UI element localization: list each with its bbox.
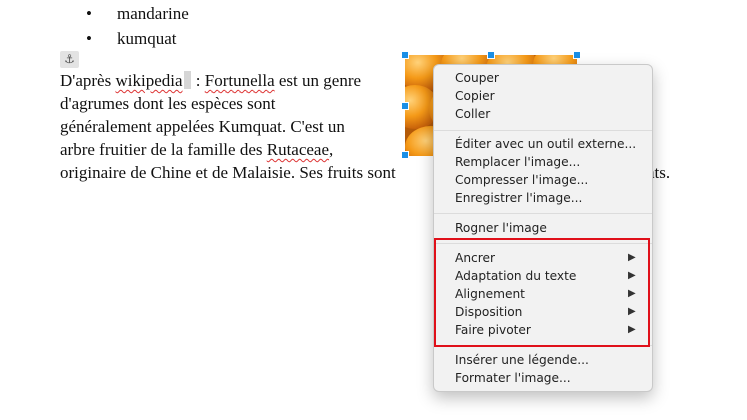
resize-handle[interactable] xyxy=(401,102,409,110)
text-run: : xyxy=(191,71,205,90)
text-run: arbre fruitier de la famille des xyxy=(60,140,267,159)
menu-item-replace-image[interactable]: Remplacer l'image... xyxy=(434,153,652,171)
text-run: D'après xyxy=(60,71,116,90)
paragraph-line[interactable]: généralement appelées Kumquat. C'est un xyxy=(60,116,345,138)
menu-item-crop-image[interactable]: Rogner l'image xyxy=(434,219,652,237)
resize-handle[interactable] xyxy=(401,51,409,59)
menu-item-save-image[interactable]: Enregistrer l'image... xyxy=(434,189,652,207)
paragraph-line[interactable]: arbre fruitier de la famille des Rutacea… xyxy=(60,139,333,161)
menu-item-compress-image[interactable]: Compresser l'image... xyxy=(434,171,652,189)
bullet-icon: • xyxy=(86,29,92,48)
menu-item-edit-external[interactable]: Éditer avec un outil externe... xyxy=(434,135,652,153)
list-item-text[interactable]: mandarine xyxy=(117,4,189,24)
misspelled-word[interactable]: wikipedia xyxy=(115,71,182,90)
menu-item-label: Rogner l'image xyxy=(455,221,547,235)
menu-separator xyxy=(434,130,652,131)
menu-item-label: Insérer une légende... xyxy=(455,353,589,367)
bullet-list: • mandarine • kumquat xyxy=(0,0,400,52)
misspelled-word[interactable]: Fortunella xyxy=(205,71,275,90)
text-run: est un genre xyxy=(274,71,362,90)
menu-item-label: Formater l'image... xyxy=(455,371,571,385)
misspelled-word[interactable]: Rutaceae xyxy=(267,140,329,159)
paragraph-line[interactable]: d'agrumes dont les espèces sont xyxy=(60,93,276,115)
text-run: , xyxy=(329,140,334,159)
menu-item-label: Couper xyxy=(455,71,499,85)
bullet-icon: • xyxy=(86,4,92,23)
menu-item-label: Éditer avec un outil externe... xyxy=(455,137,637,151)
menu-item-cut[interactable]: Couper xyxy=(434,69,652,87)
paragraph-line[interactable]: D'après wikipedia : Fortunella est un ge… xyxy=(60,70,361,92)
menu-item-label: Enregistrer l'image... xyxy=(455,191,583,205)
resize-handle[interactable] xyxy=(573,51,581,59)
menu-item-label: Coller xyxy=(455,107,491,121)
menu-item-paste[interactable]: Coller xyxy=(434,105,652,123)
menu-item-label: Compresser l'image... xyxy=(455,173,589,187)
menu-item-insert-caption[interactable]: Insérer une légende... xyxy=(434,351,652,369)
menu-item-label: Remplacer l'image... xyxy=(455,155,581,169)
menu-item-copy[interactable]: Copier xyxy=(434,87,652,105)
list-item-text[interactable]: kumquat xyxy=(117,29,177,49)
menu-item-format-image[interactable]: Formater l'image... xyxy=(434,369,652,387)
paragraph-line[interactable]: originaire de Chine et de Malaisie. Ses … xyxy=(60,162,396,184)
resize-handle[interactable] xyxy=(487,51,495,59)
text-cursor xyxy=(183,71,191,89)
menu-separator xyxy=(434,213,652,214)
anchor-icon[interactable]: ⚓ xyxy=(60,51,79,68)
menu-item-label: Copier xyxy=(455,89,495,103)
highlight-annotation-box xyxy=(434,238,650,347)
resize-handle[interactable] xyxy=(401,151,409,159)
